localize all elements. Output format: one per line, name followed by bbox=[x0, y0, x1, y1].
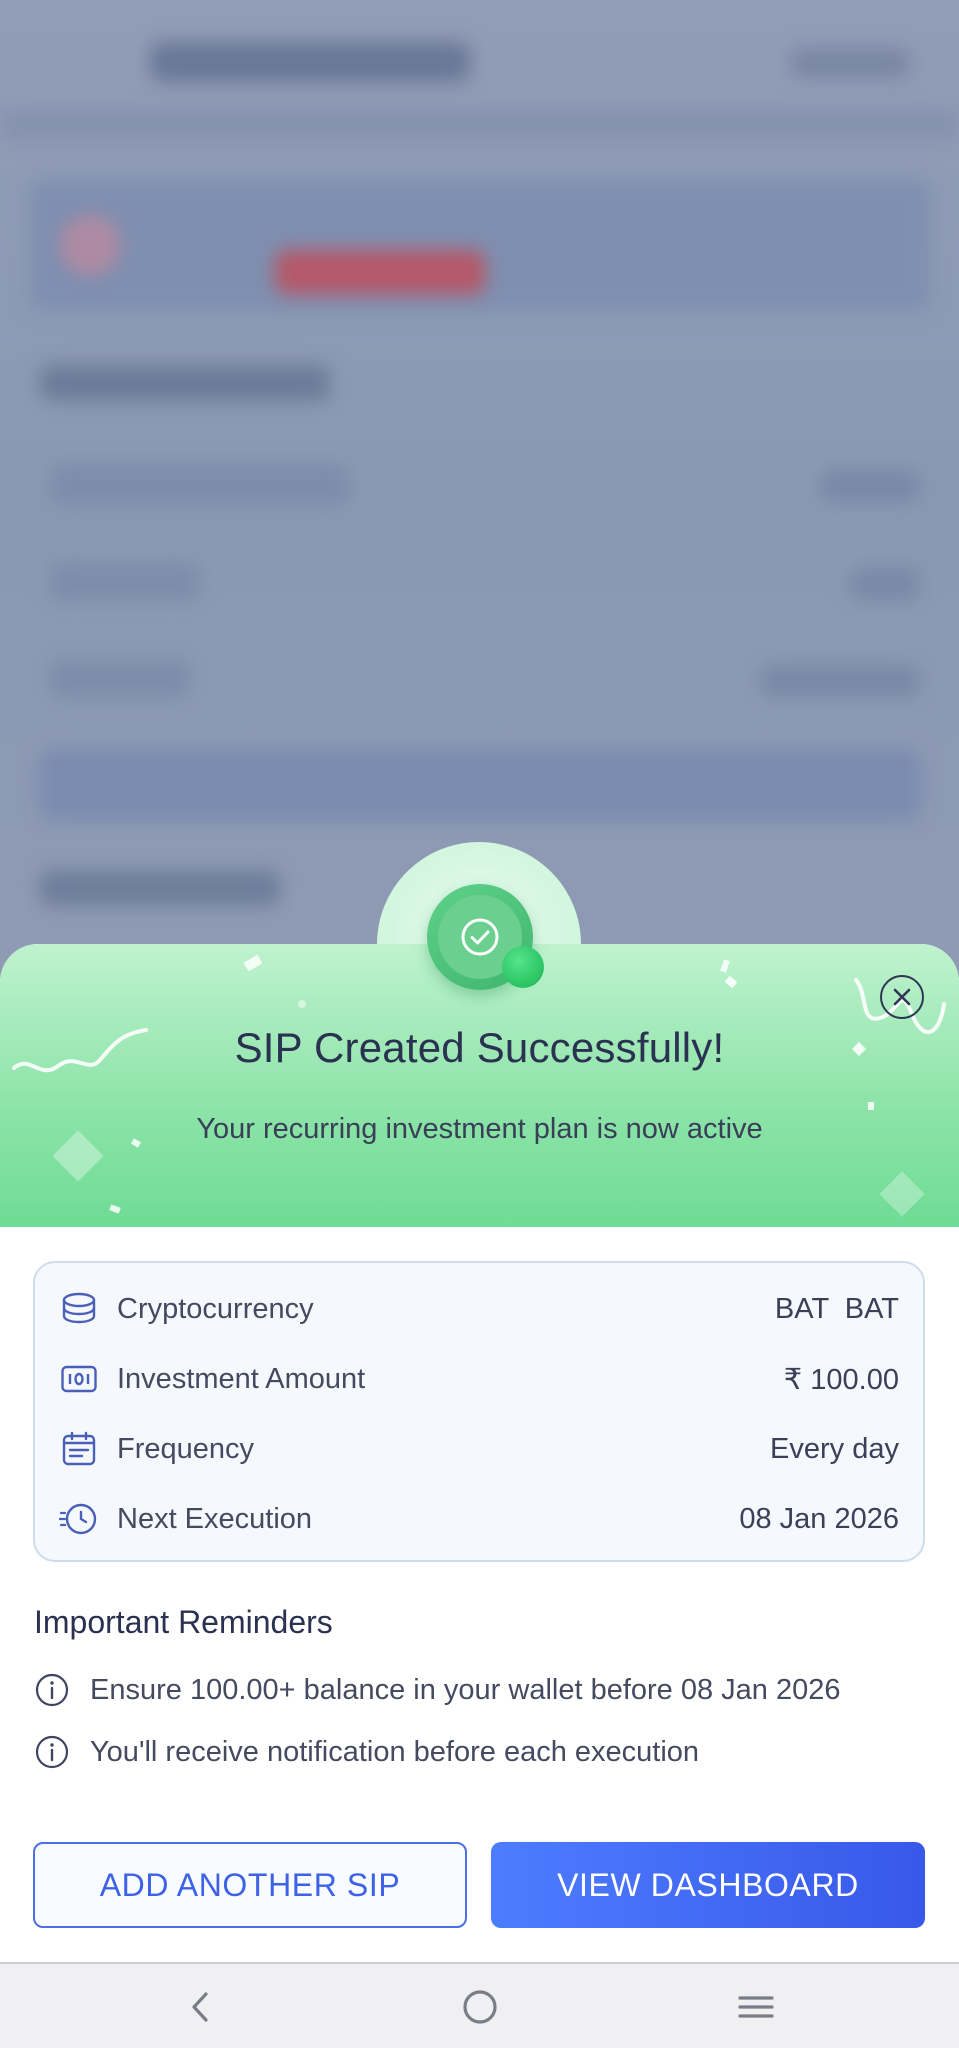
detail-value: 08 Jan 2026 bbox=[739, 1502, 899, 1535]
sip-details-card: Cryptocurrency BAT BAT Investment Amount… bbox=[33, 1261, 925, 1562]
bg-row-3-val bbox=[760, 665, 920, 697]
reminder-text: You'll receive notification before each … bbox=[90, 1735, 700, 1768]
bg-row-1 bbox=[50, 465, 350, 505]
bg-coin-logo bbox=[60, 215, 120, 275]
confetti-piece bbox=[298, 1000, 306, 1008]
reminder-item: You'll receive notification before each … bbox=[34, 1734, 699, 1770]
bg-highlight-row bbox=[40, 750, 920, 820]
badge-accent-dot bbox=[502, 946, 544, 988]
detail-row-cryptocurrency: Cryptocurrency BAT BAT bbox=[59, 1284, 899, 1334]
detail-value: ₹ 100.00 bbox=[783, 1363, 899, 1396]
bg-section-title bbox=[40, 365, 330, 401]
bg-top-bar bbox=[0, 110, 959, 140]
detail-value: BAT BAT bbox=[774, 1292, 899, 1325]
reminder-item: Ensure 100.00+ balance in your wallet be… bbox=[34, 1672, 841, 1708]
detail-row-next-execution: Next Execution 08 Jan 2026 bbox=[59, 1494, 899, 1544]
bg-row-1-val bbox=[820, 470, 920, 502]
bg-row-2-val bbox=[850, 568, 920, 600]
add-another-sip-button[interactable]: ADD ANOTHER SIP bbox=[33, 1842, 467, 1928]
close-button[interactable] bbox=[880, 975, 924, 1019]
detail-label: Frequency bbox=[117, 1432, 255, 1465]
bg-header-action bbox=[790, 48, 910, 78]
confetti-piece bbox=[109, 1204, 121, 1214]
success-title: SIP Created Successfully! bbox=[234, 1024, 725, 1071]
home-circle-icon[interactable] bbox=[455, 1982, 505, 2032]
back-chevron-icon[interactable] bbox=[176, 1982, 226, 2032]
bg-bottom-title bbox=[40, 870, 280, 906]
reminders-title: Important Reminders bbox=[34, 1604, 333, 1640]
bg-row-2 bbox=[50, 563, 200, 601]
bg-red-tag bbox=[275, 250, 485, 294]
confetti-piece bbox=[868, 1102, 874, 1110]
close-icon bbox=[893, 988, 911, 1006]
bg-row-3 bbox=[50, 660, 190, 698]
reminder-text: Ensure 100.00+ balance in your wallet be… bbox=[90, 1673, 841, 1706]
detail-label: Next Execution bbox=[117, 1502, 313, 1535]
info-icon bbox=[34, 1672, 70, 1708]
success-subtitle: Your recurring investment plan is now ac… bbox=[196, 1113, 763, 1145]
confetti-piece bbox=[724, 975, 738, 989]
detail-row-investment-amount: Investment Amount ₹ 100.00 bbox=[59, 1354, 899, 1404]
detail-label: Cryptocurrency bbox=[117, 1292, 314, 1325]
money-note-icon bbox=[59, 1359, 99, 1399]
recents-menu-icon[interactable] bbox=[731, 1982, 781, 2032]
system-navigation-bar bbox=[0, 1962, 959, 2048]
confetti-piece bbox=[243, 954, 263, 972]
info-icon bbox=[34, 1734, 70, 1770]
detail-value: Every day bbox=[770, 1432, 899, 1465]
view-dashboard-button[interactable]: VIEW DASHBOARD bbox=[491, 1842, 925, 1928]
coins-stack-icon bbox=[59, 1289, 99, 1329]
clock-icon bbox=[59, 1499, 99, 1539]
bg-header-title bbox=[150, 42, 470, 82]
calendar-icon bbox=[59, 1429, 99, 1469]
confetti-piece bbox=[720, 959, 730, 973]
detail-row-frequency: Frequency Every day bbox=[59, 1424, 899, 1474]
confetti-diamond bbox=[879, 1171, 925, 1217]
detail-label: Investment Amount bbox=[117, 1362, 366, 1395]
